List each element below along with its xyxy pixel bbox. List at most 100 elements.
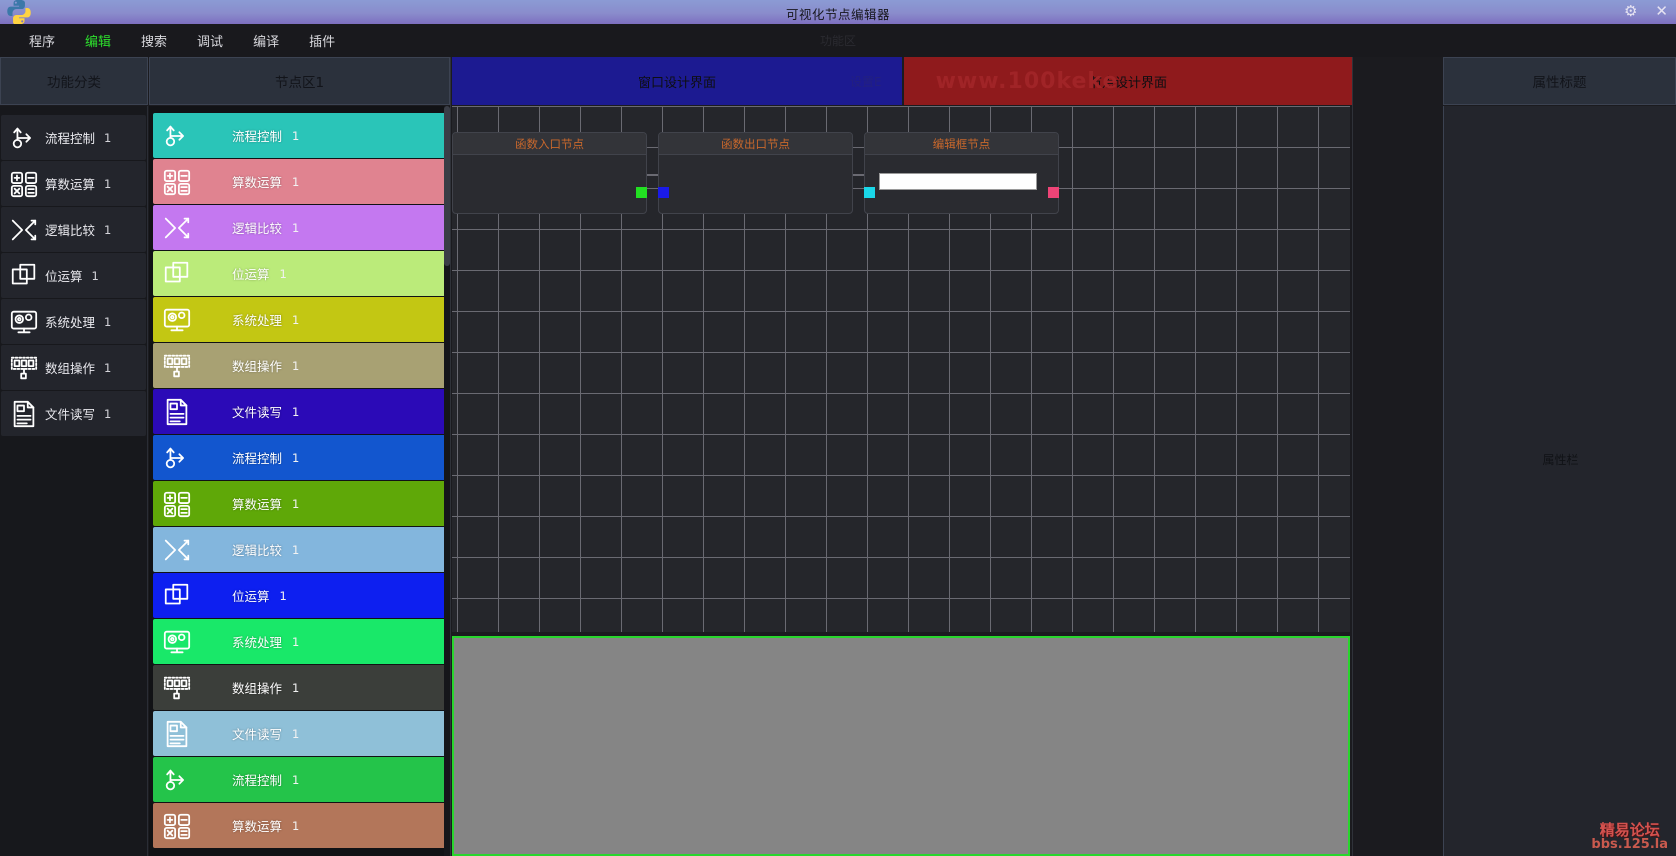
node-function-entry[interactable]: 函数入口节点: [452, 132, 647, 214]
category-item-count: 1: [104, 130, 112, 145]
tab-overlap-label: 设置E: [850, 75, 882, 89]
node-list-item-count: 1: [292, 450, 300, 465]
flow-control-icon: [162, 121, 192, 151]
category-item-count: 1: [104, 406, 112, 421]
gear-icon[interactable]: ⚙: [1624, 2, 1637, 20]
category-item-count: 1: [104, 176, 112, 191]
monitor-gear-icon: [162, 305, 192, 335]
node-list-item-label: 流程控制: [232, 773, 283, 788]
shuffle-icon: [162, 213, 192, 243]
category-panel: 流程控制 1 算数运算 1 逻辑比较 1 位运算 1 系统处理 1 数组操作 1 文件读写 1: [0, 106, 148, 856]
flow-control-icon: [162, 443, 192, 473]
menu-item-edit[interactable]: 编辑: [70, 27, 126, 54]
array-icon: [162, 673, 192, 703]
file-icon: [9, 399, 39, 429]
node-list-item-label: 系统处理: [232, 313, 283, 328]
node-list-item-label: 算数运算: [232, 497, 283, 512]
node-list-item-15[interactable]: 流程控制 1: [153, 757, 446, 802]
node-text-input[interactable]: [879, 173, 1037, 190]
node-list-item-label: 系统处理: [232, 635, 283, 650]
node-list-item-label: 文件读写: [232, 405, 283, 420]
category-item-count: 1: [104, 222, 112, 237]
category-item-3[interactable]: 逻辑比较 1: [1, 207, 146, 252]
node-list-item-14[interactable]: 文件读写 1: [153, 711, 446, 756]
node-list-panel: 流程控制 1 算数运算 1 逻辑比较 1 位运算 1 系统处理 1 数组操作 1 文件读写 1 流程控制 1 算…: [149, 106, 450, 856]
tab-window-design[interactable]: 窗口设计界面: [452, 57, 902, 105]
node-list-item-2[interactable]: 算数运算 1: [153, 159, 446, 204]
node-list-item-5[interactable]: 系统处理 1: [153, 297, 446, 342]
node-list-item-label: 位运算: [232, 267, 270, 282]
property-panel-header: 属性标题: [1443, 57, 1676, 105]
node-list-item-count: 1: [292, 128, 300, 143]
menu-item-debug[interactable]: 调试: [182, 27, 238, 54]
node-list-item-4[interactable]: 位运算 1: [153, 251, 446, 296]
node-list-item-count: 1: [292, 496, 300, 511]
node-list-item-9[interactable]: 算数运算 1: [153, 481, 446, 526]
node-list-item-label: 算数运算: [232, 175, 283, 190]
flow-control-icon: [162, 765, 192, 795]
category-item-1[interactable]: 流程控制 1: [1, 115, 146, 160]
category-item-2[interactable]: 算数运算 1: [1, 161, 146, 206]
node-list-item-count: 1: [292, 220, 300, 235]
design-tab-strip: 窗口设计界面 节点设计界面 设置E www.100keke: [452, 57, 1352, 105]
flow-control-icon: [9, 123, 39, 153]
node-list-item-count: 1: [279, 588, 287, 603]
file-icon: [162, 397, 192, 427]
property-panel-body-label: 属性栏: [1542, 453, 1579, 467]
window-title: 可视化节点编辑器: [785, 7, 890, 22]
node-list-item-count: 1: [292, 312, 300, 327]
calculator-icon: [162, 167, 192, 197]
title-bar: 可视化节点编辑器 ⚙ ✕: [0, 0, 1676, 26]
node-list-item-count: 1: [292, 542, 300, 557]
node-panel-header: 节点区1: [149, 57, 450, 105]
category-item-7[interactable]: 文件读写 1: [1, 391, 146, 436]
node-list-item-label: 逻辑比较: [232, 221, 283, 236]
category-item-5[interactable]: 系统处理 1: [1, 299, 146, 344]
node-input-port[interactable]: [864, 187, 875, 198]
node-output-port[interactable]: [636, 187, 647, 198]
menu-item-plugin[interactable]: 插件: [294, 27, 350, 54]
category-item-label: 系统处理: [45, 315, 96, 330]
node-list-item-count: 1: [292, 634, 300, 649]
node-list-item-label: 算数运算: [232, 819, 283, 834]
node-list-item-label: 流程控制: [232, 451, 283, 466]
close-icon[interactable]: ✕: [1655, 2, 1668, 20]
menu-item-compile[interactable]: 编译: [238, 27, 294, 54]
file-icon: [162, 719, 192, 749]
node-title: 编辑框节点: [865, 133, 1058, 155]
category-item-label: 文件读写: [45, 407, 96, 422]
tab-node-design[interactable]: 节点设计界面: [904, 57, 1352, 105]
category-item-6[interactable]: 数组操作 1: [1, 345, 146, 390]
node-list-item-6[interactable]: 数组操作 1: [153, 343, 446, 388]
node-canvas[interactable]: 函数入口节点 函数出口节点 编辑框节点: [452, 106, 1350, 632]
array-icon: [9, 353, 39, 383]
menu-item-program[interactable]: 程序: [14, 27, 70, 54]
category-item-4[interactable]: 位运算 1: [1, 253, 146, 298]
node-edit-box[interactable]: 编辑框节点: [864, 132, 1059, 214]
node-list-item-11[interactable]: 位运算 1: [153, 573, 446, 618]
preview-gray-panel[interactable]: [452, 636, 1350, 856]
node-list-item-12[interactable]: 系统处理 1: [153, 619, 446, 664]
node-list-item-13[interactable]: 数组操作 1: [153, 665, 446, 710]
node-list-item-10[interactable]: 逻辑比较 1: [153, 527, 446, 572]
layers-icon: [162, 259, 192, 289]
category-item-label: 数组操作: [45, 361, 96, 376]
menu-item-search[interactable]: 搜索: [126, 27, 182, 54]
calculator-icon: [162, 489, 192, 519]
node-list-item-label: 流程控制: [232, 129, 283, 144]
node-list-item-3[interactable]: 逻辑比较 1: [153, 205, 446, 250]
node-list-item-count: 1: [292, 772, 300, 787]
category-item-label: 位运算: [45, 269, 83, 284]
node-function-exit[interactable]: 函数出口节点: [658, 132, 853, 214]
category-panel-header: 功能分类: [0, 57, 148, 105]
node-list-item-16[interactable]: 算数运算 1: [153, 803, 446, 848]
watermark-forum-name: 精易论坛: [1599, 820, 1660, 839]
category-item-label: 算数运算: [45, 177, 96, 192]
node-output-port[interactable]: [1048, 187, 1059, 198]
node-list-item-1[interactable]: 流程控制 1: [153, 113, 446, 158]
node-list-item-7[interactable]: 文件读写 1: [153, 389, 446, 434]
node-input-port[interactable]: [658, 187, 669, 198]
node-list-item-8[interactable]: 流程控制 1: [153, 435, 446, 480]
node-list-item-count: 1: [292, 680, 300, 695]
array-icon: [162, 351, 192, 381]
